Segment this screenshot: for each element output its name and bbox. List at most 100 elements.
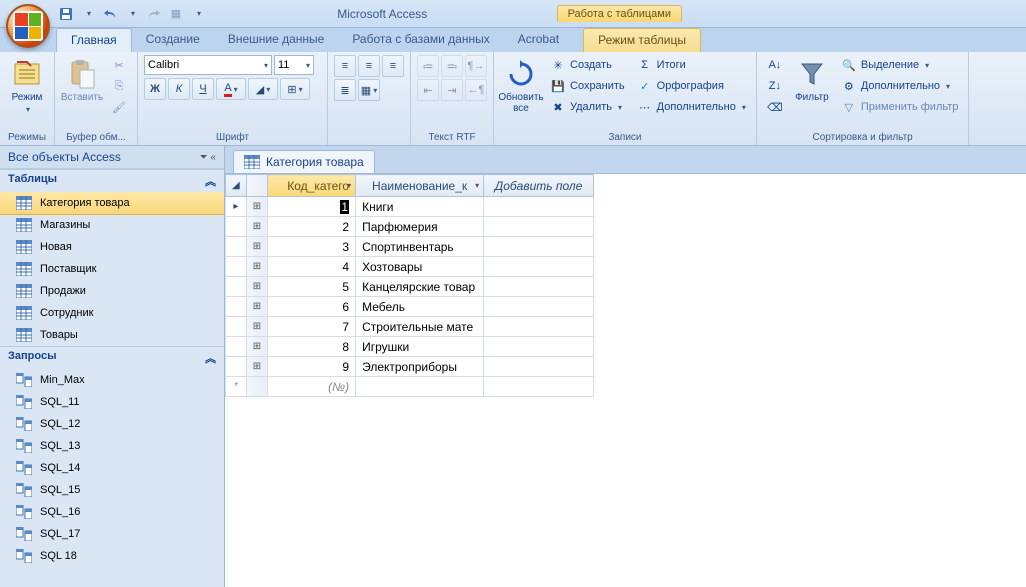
cell-empty[interactable] bbox=[484, 357, 594, 377]
cell-name[interactable]: Спортинвентарь bbox=[356, 237, 484, 257]
nav-table-item[interactable]: Продажи bbox=[0, 280, 224, 302]
refresh-all-button[interactable]: Обновить все bbox=[500, 55, 542, 117]
cell-name[interactable]: Книги bbox=[356, 197, 484, 217]
expand-row-button[interactable]: ⊞ bbox=[246, 197, 267, 217]
row-selector[interactable] bbox=[226, 297, 247, 317]
more-records-button[interactable]: ⋯Дополнительно bbox=[633, 97, 750, 117]
totals-button[interactable]: ΣИтоги bbox=[633, 55, 750, 75]
column-header-add[interactable]: Добавить поле bbox=[484, 175, 594, 197]
row-selector[interactable] bbox=[226, 237, 247, 257]
decrease-indent-button[interactable]: ⇤ bbox=[417, 79, 439, 101]
table-row[interactable]: ⊞2Парфюмерия bbox=[226, 217, 594, 237]
nav-query-item[interactable]: SQL_12 bbox=[0, 413, 224, 435]
undo-button[interactable] bbox=[100, 4, 120, 24]
qat-customize[interactable] bbox=[188, 4, 208, 24]
align-center-button[interactable]: ≡ bbox=[358, 55, 380, 77]
cell-name[interactable]: Парфюмерия bbox=[356, 217, 484, 237]
cell-id[interactable]: 3 bbox=[268, 237, 356, 257]
nav-query-item[interactable]: SQL_15 bbox=[0, 479, 224, 501]
cell-empty[interactable] bbox=[484, 317, 594, 337]
table-row[interactable]: ⊞6Мебель bbox=[226, 297, 594, 317]
underline-button[interactable]: Ч bbox=[192, 78, 214, 100]
row-selector[interactable] bbox=[226, 317, 247, 337]
column-header-id[interactable]: Код_катего bbox=[268, 175, 356, 197]
tab-home[interactable]: Главная bbox=[56, 28, 132, 52]
row-selector[interactable] bbox=[226, 357, 247, 377]
expand-row-button[interactable]: ⊞ bbox=[246, 277, 267, 297]
paste-button[interactable]: Вставить bbox=[61, 55, 103, 106]
tab-external-data[interactable]: Внешние данные bbox=[214, 28, 339, 52]
nav-query-item[interactable]: SQL_16 bbox=[0, 501, 224, 523]
cell-id[interactable]: 5 bbox=[268, 277, 356, 297]
cell-new-id[interactable]: (№) bbox=[268, 377, 356, 397]
nav-query-item[interactable]: SQL_13 bbox=[0, 435, 224, 457]
sort-asc-button[interactable]: A↓ bbox=[763, 55, 787, 75]
gridlines-button[interactable]: ⊞ bbox=[280, 78, 310, 100]
row-selector[interactable] bbox=[226, 257, 247, 277]
select-all-corner[interactable]: ◢ bbox=[226, 175, 247, 197]
expand-row-button[interactable]: ⊞ bbox=[246, 217, 267, 237]
clear-sort-button[interactable]: ⌫ bbox=[763, 97, 787, 117]
office-button[interactable] bbox=[6, 4, 50, 48]
numbering-button[interactable]: ≕ bbox=[441, 55, 463, 77]
new-row-selector[interactable]: * bbox=[226, 377, 247, 397]
expand-row-button[interactable]: ⊞ bbox=[246, 357, 267, 377]
expand-row-button[interactable]: ⊞ bbox=[246, 317, 267, 337]
datasheet[interactable]: ◢ Код_катего Наименование_к Добавить пол… bbox=[225, 173, 1026, 587]
cut-button[interactable]: ✂ bbox=[107, 55, 131, 75]
cell-new-name[interactable] bbox=[356, 377, 484, 397]
cell-id[interactable]: 4 bbox=[268, 257, 356, 277]
selection-filter-button[interactable]: 🔍Выделение bbox=[837, 55, 963, 75]
expand-row-button[interactable]: ⊞ bbox=[246, 297, 267, 317]
view-mode-button[interactable]: Режим bbox=[6, 55, 48, 118]
align-alt1-button[interactable]: ≣ bbox=[334, 79, 356, 101]
nav-table-item[interactable]: Категория товара bbox=[0, 192, 224, 214]
cell-name[interactable]: Канцелярские товар bbox=[356, 277, 484, 297]
nav-table-item[interactable]: Поставщик bbox=[0, 258, 224, 280]
tab-acrobat[interactable]: Acrobat bbox=[504, 28, 573, 52]
print-button[interactable]: ▦ bbox=[166, 4, 186, 24]
row-selector[interactable]: ▸ bbox=[226, 197, 247, 217]
column-header-name[interactable]: Наименование_к bbox=[356, 175, 484, 197]
table-row[interactable]: ▸⊞1Книги bbox=[226, 197, 594, 217]
tab-datasheet[interactable]: Режим таблицы bbox=[583, 28, 701, 52]
nav-table-item[interactable]: Новая bbox=[0, 236, 224, 258]
cell-id[interactable]: 8 bbox=[268, 337, 356, 357]
nav-section-queries[interactable]: Запросы ︽ bbox=[0, 346, 224, 369]
expand-row-button[interactable]: ⊞ bbox=[246, 337, 267, 357]
cell-id[interactable]: 6 bbox=[268, 297, 356, 317]
cell-empty[interactable] bbox=[484, 297, 594, 317]
cell-id[interactable]: 2 bbox=[268, 217, 356, 237]
copy-button[interactable]: ⎘ bbox=[107, 76, 131, 96]
cell-name[interactable]: Хозтовары bbox=[356, 257, 484, 277]
tab-create[interactable]: Создание bbox=[132, 28, 214, 52]
row-selector[interactable] bbox=[226, 337, 247, 357]
table-row[interactable]: ⊞5Канцелярские товар bbox=[226, 277, 594, 297]
new-record-button[interactable]: ✳Создать bbox=[546, 55, 629, 75]
cell-id[interactable]: 9 bbox=[268, 357, 356, 377]
cell-empty[interactable] bbox=[484, 197, 594, 217]
filter-button[interactable]: Фильтр bbox=[791, 55, 833, 106]
row-selector[interactable] bbox=[226, 277, 247, 297]
spelling-button[interactable]: ✓Орфография bbox=[633, 76, 750, 96]
tab-database-tools[interactable]: Работа с базами данных bbox=[338, 28, 503, 52]
cell-id[interactable]: 1 bbox=[268, 197, 356, 217]
nav-query-item[interactable]: SQL_11 bbox=[0, 391, 224, 413]
cell-empty[interactable] bbox=[484, 257, 594, 277]
ltr-button[interactable]: ¶→ bbox=[465, 55, 487, 77]
table-row[interactable]: ⊞9Электроприборы bbox=[226, 357, 594, 377]
cell-name[interactable]: Электроприборы bbox=[356, 357, 484, 377]
rtl-button[interactable]: ←¶ bbox=[465, 79, 487, 101]
cell-name[interactable]: Игрушки bbox=[356, 337, 484, 357]
undo-dropdown[interactable] bbox=[122, 4, 142, 24]
table-row[interactable]: ⊞3Спортинвентарь bbox=[226, 237, 594, 257]
cell-id[interactable]: 7 bbox=[268, 317, 356, 337]
shading-button[interactable]: ▦ bbox=[358, 79, 380, 101]
nav-query-item[interactable]: SQL 18 bbox=[0, 545, 224, 567]
save-qat-button[interactable] bbox=[56, 4, 76, 24]
nav-pane-header[interactable]: Все объекты Access ⏷ « bbox=[0, 146, 224, 169]
toggle-filter-button[interactable]: ▽Применить фильтр bbox=[837, 97, 963, 117]
font-name-combo[interactable]: Calibri bbox=[144, 55, 272, 75]
italic-button[interactable]: К bbox=[168, 78, 190, 100]
save-record-button[interactable]: 💾Сохранить bbox=[546, 76, 629, 96]
